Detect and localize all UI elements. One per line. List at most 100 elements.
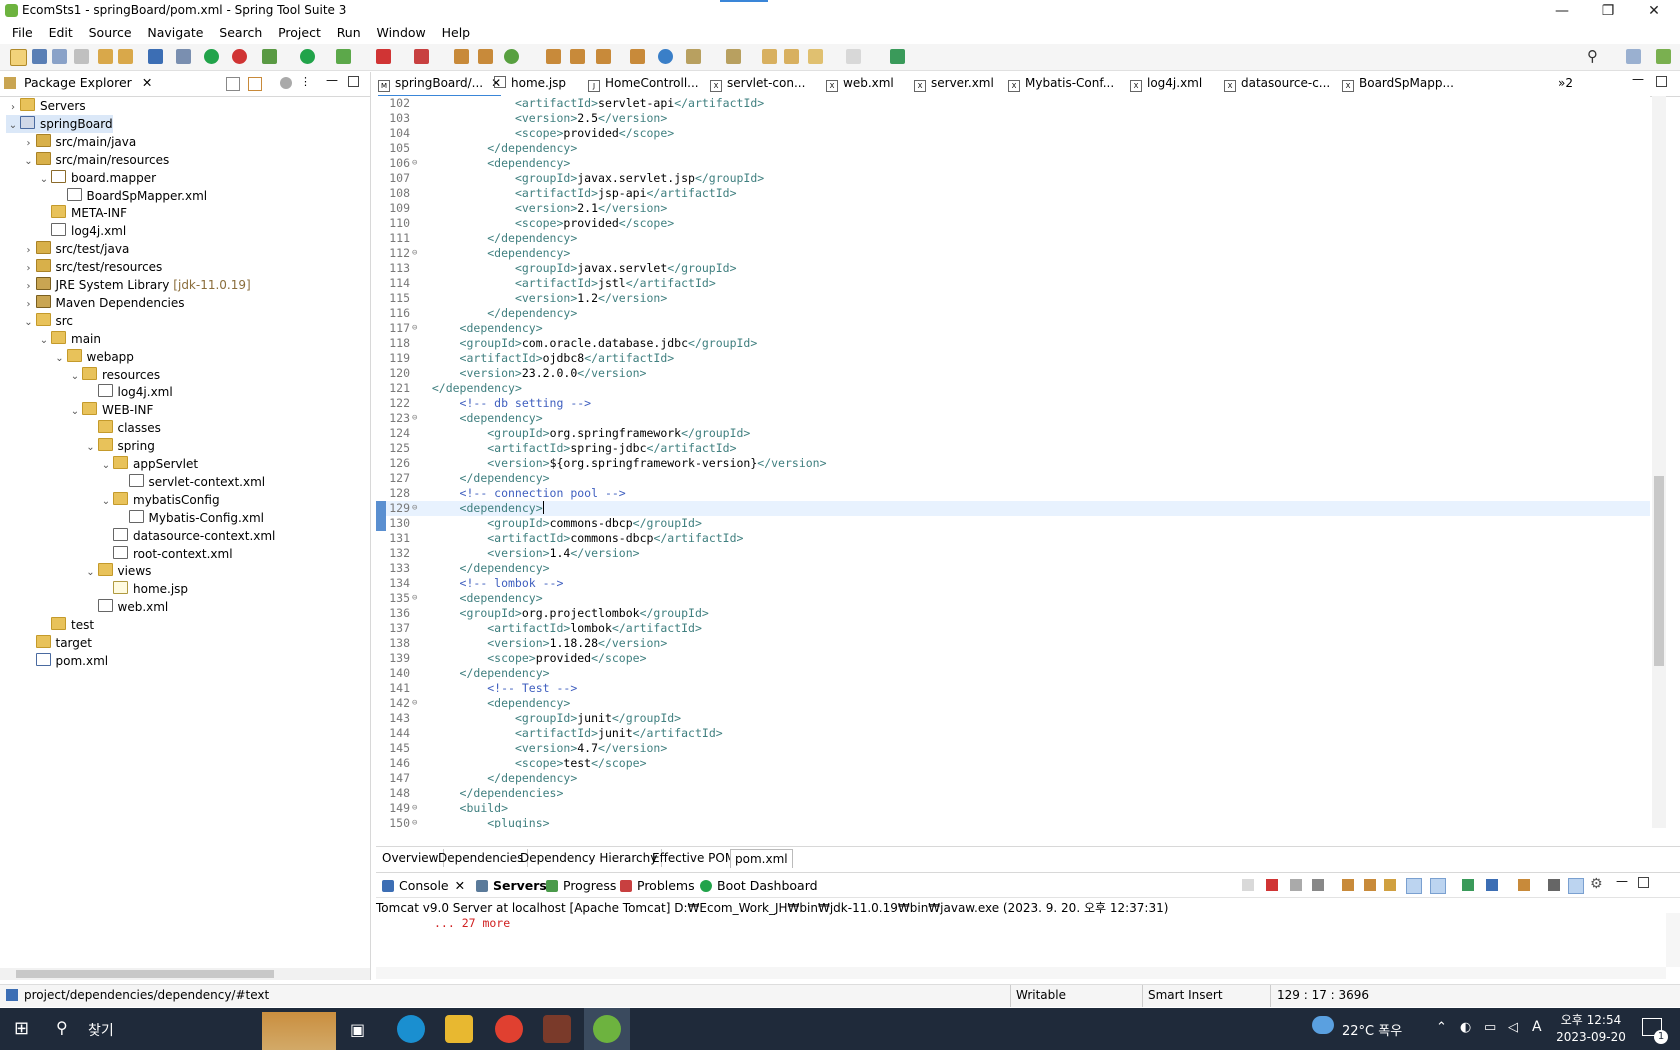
tree-item[interactable]: log4j.xml [37,222,126,240]
pin-console-icon[interactable] [1462,879,1474,891]
tree-item[interactable]: test [37,616,94,634]
fold-toggle-icon[interactable]: ⊖ [412,246,417,261]
display-console-icon[interactable] [1486,879,1498,891]
tree-item[interactable]: › JRE System Library [jdk-11.0.19] [22,276,251,294]
network-icon[interactable]: ▭ [1484,1020,1496,1035]
chevron-down-icon[interactable]: ⌄ [37,332,51,350]
taskbar-date[interactable]: 2023-09-20 [1552,1030,1630,1044]
remove-all-icon[interactable] [1312,879,1324,891]
open-folder-icon[interactable] [630,49,645,64]
run-tools-icon[interactable] [336,49,351,64]
minimize-view-icon[interactable]: — [1616,874,1628,888]
new-icon[interactable] [10,49,27,66]
chevron-up-icon[interactable]: ⌃ [1436,1020,1447,1035]
weather-text[interactable]: 22°C 폭우 [1342,1020,1402,1039]
task-view-icon[interactable]: ▣ [350,1020,365,1039]
spring-perspective-icon[interactable] [1656,49,1671,64]
tree-item[interactable]: servlet-context.xml [115,473,265,491]
back-icon[interactable] [808,49,823,64]
clear-console-icon[interactable] [1342,879,1354,891]
save-all-icon[interactable] [52,49,67,64]
editor-tab[interactable]: J HomeControll... [588,76,699,92]
tree-item[interactable]: ⌄ mybatisConfig [99,491,220,509]
editor-tab[interactable]: Xserver.xml [914,76,994,92]
chevron-down-icon[interactable]: ⌄ [22,314,36,332]
tree-item[interactable]: home.jsp [99,580,188,598]
tree-item[interactable]: BoardSpMapper.xml [53,187,207,205]
fold-toggle-icon[interactable]: ⊖ [412,801,417,816]
tab-pom-xml[interactable]: pom.xml [730,849,793,868]
fold-toggle-icon[interactable]: ⊖ [412,411,417,426]
editor-tab[interactable]: X BoardSpMapp... [1342,76,1454,92]
minimize-button[interactable]: — [1540,0,1584,22]
editor-tab[interactable]: Xdatasource-c... [1224,76,1330,92]
tab-dependency-hierarchy[interactable]: Dependency Hierarchy [516,849,663,867]
close-icon[interactable]: ✕ [142,75,152,90]
run-icon[interactable] [300,49,315,64]
fold-toggle-icon[interactable]: ⊖ [412,591,417,606]
editor-tab[interactable]: Xweb.xml [826,76,894,92]
tree-item[interactable]: web.xml [84,598,168,616]
chevron-down-icon[interactable]: ⌄ [99,493,113,511]
word-wrap-icon[interactable] [1384,879,1396,891]
menu-project[interactable]: Project [272,22,327,44]
tree-item[interactable]: Mybatis-Config.xml [115,509,264,527]
forward-icon[interactable] [846,49,861,64]
tree-item[interactable]: META-INF [37,204,127,222]
menu-run[interactable]: Run [331,22,367,44]
console-hscrollbar[interactable] [376,967,1666,979]
fold-toggle-icon[interactable]: ⊖ [412,321,417,336]
tree-item[interactable]: ⌄ views [84,562,151,582]
menu-navigate[interactable]: Navigate [141,22,209,44]
fold-toggle-icon[interactable]: ⊖ [412,501,417,516]
fold-toggle-icon[interactable]: ⊖ [412,816,417,831]
collapse-all-icon[interactable] [226,77,240,91]
debug-icon[interactable] [262,49,277,64]
search-tool-icon[interactable] [596,49,611,64]
tree-item[interactable]: › src/test/java [22,240,129,258]
maximize-editor-icon[interactable] [1656,76,1667,87]
ime-indicator[interactable]: A [1532,1019,1542,1035]
menu-edit[interactable]: Edit [43,22,79,44]
tree-item[interactable]: ⌄ board.mapper [37,169,156,187]
spring-tool-suite-icon[interactable] [593,1015,621,1043]
menu-source[interactable]: Source [83,22,138,44]
editor-vscrollbar[interactable] [1652,96,1666,828]
tree-item[interactable]: ⌄ spring [84,437,155,455]
chevron-down-icon[interactable]: ⌄ [68,368,82,386]
chevron-down-icon[interactable]: ⌄ [84,564,98,582]
next-annotation-icon[interactable] [686,49,701,64]
server-stop-icon[interactable] [376,49,391,64]
forward-edit-icon[interactable] [784,49,799,64]
tree-item[interactable]: ⌄ resources [68,366,160,384]
tab-boot-dashboard[interactable]: Boot Dashboard [700,878,818,893]
menu-window[interactable]: Window [370,22,431,44]
new-package-icon[interactable] [478,49,493,64]
tree-item[interactable]: ⌄ springBoard [6,114,113,133]
link-editor-icon[interactable] [248,77,262,91]
tab-dependencies[interactable]: Dependencies [434,849,529,867]
remove-launch-icon[interactable] [1290,879,1302,891]
previous-annotation-icon[interactable] [726,49,741,64]
editor-tab[interactable]: home.jsp [494,76,566,90]
tab-servers[interactable]: Servers [476,878,547,893]
scroll-lock-icon[interactable] [1364,879,1376,891]
chrome-icon[interactable] [495,1015,523,1043]
terminate-icon[interactable] [1266,879,1278,891]
tree-item[interactable]: ⌄ src [22,312,73,332]
tree-item[interactable]: ⌄ src/main/resources [22,151,169,169]
tree-item[interactable]: › src/main/java [22,133,136,151]
open-perspective-icon[interactable] [1626,49,1641,64]
open-task-icon[interactable] [570,49,585,64]
package-explorer-tab[interactable]: Package Explorer ✕ [4,75,152,90]
last-edit-icon[interactable] [762,49,777,64]
menu-search[interactable]: Search [213,22,268,44]
tab-progress[interactable]: Progress [546,878,616,893]
pin-editor-icon[interactable] [890,49,905,64]
tab-problems[interactable]: Problems [620,878,695,893]
spring-boot-run-icon[interactable] [204,49,219,64]
chevron-down-icon[interactable]: ⌄ [68,403,82,421]
editor-tab[interactable]: MspringBoard/... ✕ [378,76,502,97]
tree-item[interactable]: › Servers [6,97,86,115]
build-icon[interactable] [98,49,113,64]
